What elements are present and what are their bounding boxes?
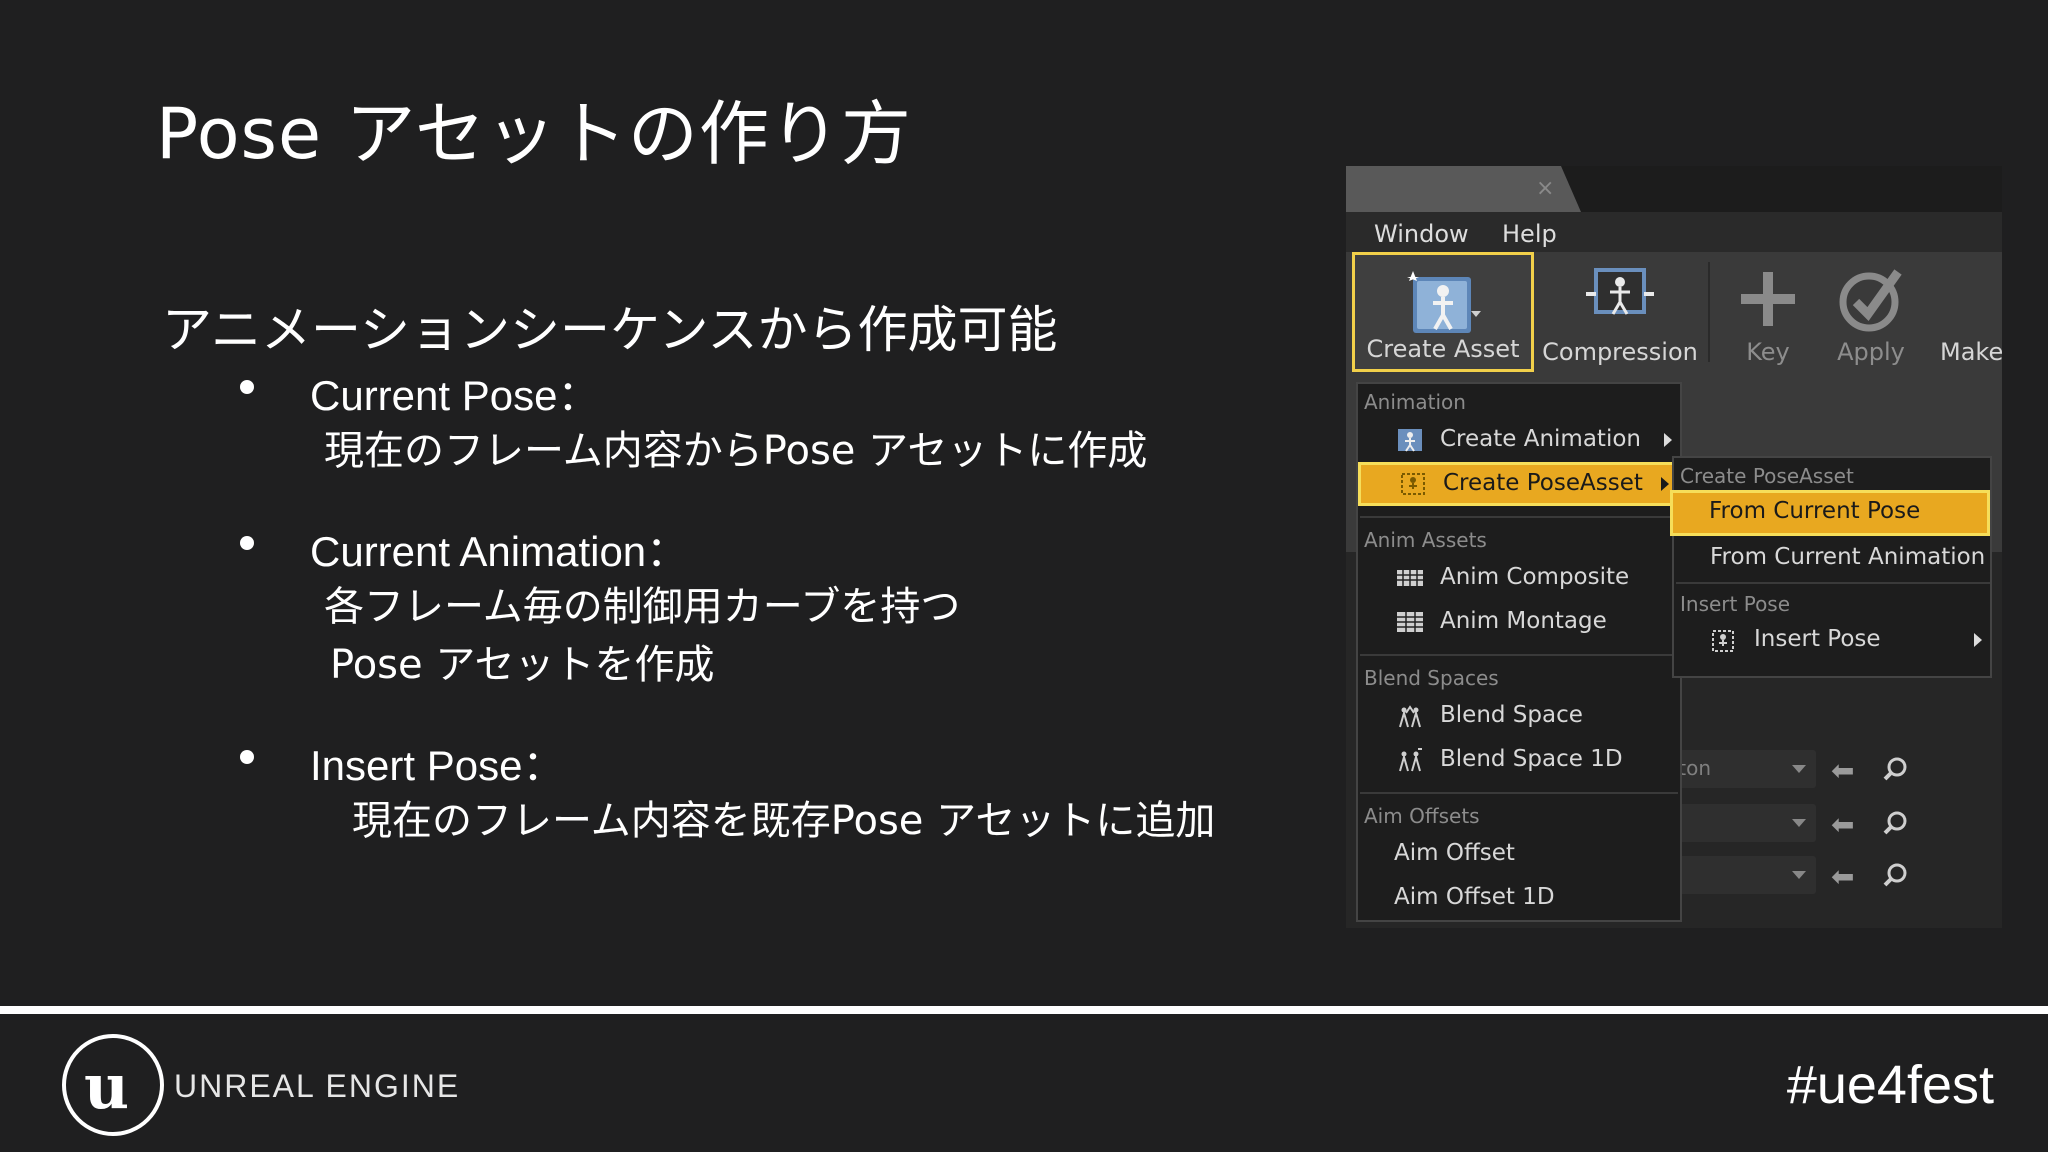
menu-item-anim-montage[interactable]: Anim Montage (1358, 600, 1680, 644)
arrow-left-icon[interactable]: ⬅ (1831, 808, 1854, 841)
bullet-heading: Current Pose： (310, 372, 600, 419)
section-header-anim-assets: Anim Assets (1364, 528, 1487, 552)
checkmark-icon (1839, 269, 1902, 332)
compression-icon (1586, 268, 1654, 315)
menu-help[interactable]: Help (1502, 220, 1557, 248)
bullet-dot (240, 536, 254, 550)
slide-title: Pose アセットの作り方 (156, 93, 912, 175)
create-asset-button[interactable]: Create Asset (1352, 252, 1534, 372)
brand-name: UNREAL ENGINE (174, 1068, 461, 1104)
menu-divider (1676, 582, 1990, 584)
section-header-blend-spaces: Blend Spaces (1364, 666, 1499, 690)
slide-subtitle: アニメーションシーケンスから作成可能 (162, 301, 1058, 359)
menu-item-blend-space-1d[interactable]: Blend Space 1D (1358, 738, 1680, 782)
menu-item-label: Insert Pose (1754, 626, 1881, 652)
section-header-insert-pose: Insert Pose (1680, 592, 1791, 616)
chevron-down-icon (1792, 765, 1806, 773)
animation-icon (1398, 429, 1422, 452)
hashtag: #ue4fest (1786, 1055, 1994, 1115)
footer-divider (0, 1006, 2048, 1014)
pose-asset-icon (1401, 473, 1425, 495)
make-button[interactable]: Make (1926, 252, 2002, 372)
search-icon[interactable] (1882, 756, 1908, 782)
submenu-arrow-icon (1664, 433, 1672, 447)
menu-item-from-current-animation[interactable]: From Current Animation (1674, 536, 1990, 582)
blend-space-icon (1399, 705, 1421, 728)
chevron-down-icon (1792, 819, 1806, 827)
arrow-left-icon[interactable]: ⬅ (1831, 860, 1854, 893)
bullet-dot (240, 750, 254, 764)
menu-item-label: Create Animation (1440, 426, 1641, 452)
close-icon[interactable]: × (1536, 176, 1554, 201)
bullet-dot (240, 380, 254, 394)
bullet-description: 各フレーム毎の制御用カーブを持つ (324, 584, 961, 630)
apply-button[interactable]: Apply (1820, 252, 1922, 372)
section-header-aim-offsets: Aim Offsets (1364, 804, 1480, 828)
menu-item-label: Blend Space 1D (1440, 746, 1623, 772)
menu-item-create-pose-asset[interactable]: Create PoseAsset (1358, 462, 1680, 506)
create-asset-icon (1407, 271, 1481, 333)
menu-window[interactable]: Window (1374, 220, 1469, 248)
bullet-description: Pose アセットを作成 (330, 642, 715, 688)
compression-label: Compression (1542, 338, 1698, 366)
menu-item-create-animation[interactable]: Create Animation (1358, 418, 1680, 462)
menu-item-from-current-pose[interactable]: From Current Pose (1670, 490, 1990, 536)
blend-space-1d-icon (1399, 748, 1422, 772)
menu-item-anim-composite[interactable]: Anim Composite (1358, 556, 1680, 600)
menu-divider (1360, 654, 1678, 656)
menu-item-label: Blend Space (1440, 702, 1583, 728)
make-label: Make (1940, 338, 2002, 366)
menu-divider (1360, 792, 1678, 794)
create-asset-label: Create Asset (1366, 335, 1520, 363)
section-header-animation: Animation (1364, 390, 1466, 414)
anim-montage-icon (1397, 612, 1423, 632)
apply-label: Apply (1837, 338, 1905, 366)
menu-item-aim-offset-1d[interactable]: Aim Offset 1D (1358, 876, 1680, 920)
compression-button[interactable]: Compression (1542, 252, 1698, 372)
menu-item-label: From Current Animation (1710, 544, 1986, 570)
chevron-down-icon (1792, 871, 1806, 879)
submenu-arrow-icon (1661, 477, 1669, 491)
menu-item-label: Create PoseAsset (1443, 470, 1643, 496)
menu-item-aim-offset[interactable]: Aim Offset (1358, 832, 1680, 876)
menu-divider (1360, 516, 1678, 518)
menu-item-label: From Current Pose (1709, 498, 1921, 524)
search-icon[interactable] (1882, 862, 1908, 888)
bullet-description: 現在のフレーム内容を既存Pose アセットに追加 (352, 798, 1216, 844)
create-pose-asset-submenu: Create PoseAsset From Current Pose From … (1670, 456, 1992, 678)
arrow-left-icon[interactable]: ⬅ (1831, 754, 1854, 787)
bullet-heading: Insert Pose： (310, 742, 565, 789)
plus-icon (1741, 272, 1795, 326)
menu-bar: Window Help (1346, 212, 2002, 252)
editor-screenshot: × Window Help Create Asset Compression K… (1346, 166, 2002, 928)
search-icon[interactable] (1882, 810, 1908, 836)
menu-item-label: Anim Montage (1440, 608, 1607, 634)
key-label: Key (1746, 338, 1790, 366)
unreal-engine-logo: u (62, 1034, 164, 1136)
anim-composite-icon (1397, 570, 1423, 586)
toolbar-divider (1708, 262, 1710, 362)
bullet-description: 現在のフレーム内容からPose アセットに作成 (324, 428, 1148, 474)
bullet-heading: Current Animation： (310, 528, 689, 575)
footer: u UNREAL ENGINE #ue4fest (0, 1014, 2048, 1152)
tab-strip: × (1346, 166, 2002, 212)
menu-item-label: Aim Offset 1D (1394, 884, 1555, 910)
menu-item-insert-pose[interactable]: Insert Pose (1674, 618, 1990, 664)
menu-item-label: Aim Offset (1394, 840, 1515, 866)
menu-item-label: Anim Composite (1440, 564, 1630, 590)
menu-item-blend-space[interactable]: Blend Space (1358, 694, 1680, 738)
section-header-create-pose-asset: Create PoseAsset (1680, 464, 1854, 488)
submenu-arrow-icon (1974, 633, 1982, 647)
create-asset-menu: Animation Create Animation Create PoseAs… (1356, 382, 1682, 922)
key-button[interactable]: Key (1718, 252, 1818, 372)
insert-pose-icon (1712, 630, 1734, 652)
